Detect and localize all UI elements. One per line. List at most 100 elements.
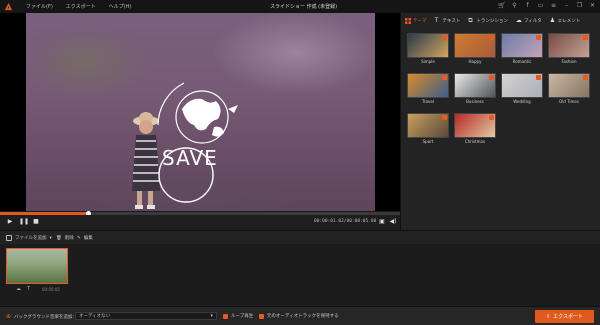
download-icon[interactable] bbox=[442, 75, 447, 80]
tab-text[interactable]: T テキスト bbox=[435, 18, 461, 25]
theme-item[interactable]: Romantic bbox=[501, 33, 543, 64]
save-text: SAVE bbox=[162, 146, 218, 170]
menu-export[interactable]: エクスポート bbox=[66, 3, 96, 10]
media-toolbar: ファイルを追加 ▾ 🗑 削除 ✎ 編集 bbox=[0, 230, 600, 244]
theme-item[interactable]: Fashion bbox=[548, 33, 590, 64]
theme-name: Simple bbox=[421, 59, 435, 64]
delete-button[interactable]: 🗑 削除 bbox=[56, 235, 74, 242]
keep-audio-label: 元のオーディオトラックを保持する bbox=[267, 314, 339, 319]
theme-item[interactable]: Christmas bbox=[454, 113, 496, 144]
stop-icon[interactable]: ■ bbox=[32, 218, 40, 226]
element-icon: ♟ bbox=[549, 17, 556, 24]
facebook-icon[interactable]: f bbox=[524, 2, 531, 10]
add-files-button[interactable]: ファイルを追加 ▾ bbox=[6, 235, 52, 241]
download-icon[interactable] bbox=[442, 35, 447, 40]
theme-item[interactable]: Business bbox=[454, 73, 496, 104]
theme-name: Fashion bbox=[561, 59, 577, 64]
keep-audio-checkbox[interactable]: 元のオーディオトラックを保持する bbox=[259, 313, 339, 319]
download-icon[interactable] bbox=[536, 35, 541, 40]
app-logo-icon bbox=[4, 2, 13, 11]
add-files-label: ファイルを追加 bbox=[15, 236, 47, 241]
theme-name: Travel bbox=[422, 99, 434, 104]
pause-icon[interactable]: ❚❚ bbox=[19, 218, 29, 226]
theme-item[interactable]: Happy bbox=[454, 33, 496, 64]
export-button[interactable]: ⇪ エクスポート bbox=[535, 310, 594, 323]
checkbox-checked-icon bbox=[223, 313, 228, 319]
theme-item[interactable]: Old Times bbox=[548, 73, 590, 104]
bgm-label-row: ⊕ バックグラウンド音楽を追加： bbox=[6, 313, 77, 320]
tab-element[interactable]: ♟ エレメント bbox=[549, 17, 581, 25]
clip-transition-icon[interactable]: ☁ bbox=[16, 286, 21, 292]
loop-label: ループ再生 bbox=[231, 314, 254, 319]
menu-file[interactable]: ファイル(F) bbox=[26, 3, 53, 10]
theme-name: Romantic bbox=[512, 59, 532, 64]
tab-filter[interactable]: ☁ フィルタ bbox=[516, 18, 542, 25]
delete-label: 削除 bbox=[64, 236, 74, 241]
minimize-icon[interactable]: – bbox=[563, 2, 570, 10]
menu-help[interactable]: ヘルプ(H) bbox=[109, 3, 132, 10]
close-icon[interactable]: ✕ bbox=[589, 2, 596, 10]
restore-icon[interactable]: ❐ bbox=[576, 2, 583, 10]
add-music-icon[interactable]: ⊕ bbox=[6, 313, 11, 320]
bgm-select[interactable]: オーディオない ▾ bbox=[75, 312, 217, 320]
chevron-down-icon: ▾ bbox=[210, 313, 213, 319]
theme-name: Christmas bbox=[464, 139, 486, 144]
tab-label: エレメント bbox=[557, 19, 581, 24]
menu-icon[interactable]: ≡ bbox=[550, 2, 557, 10]
export-label: エクスポート bbox=[553, 314, 584, 320]
theme-name: Old Times bbox=[559, 99, 579, 104]
theme-thumbnail bbox=[454, 33, 496, 58]
download-icon[interactable] bbox=[489, 115, 494, 120]
preview-image: SAVE bbox=[26, 13, 375, 211]
tab-theme[interactable]: テーマ bbox=[405, 18, 427, 24]
theme-thumbnail bbox=[454, 73, 496, 98]
theme-thumbnail bbox=[407, 113, 449, 138]
tab-label: テキスト bbox=[442, 19, 461, 24]
chat-icon[interactable]: ▭ bbox=[537, 2, 544, 10]
chevron-down-icon: ▾ bbox=[49, 235, 52, 241]
theme-name: Sport bbox=[422, 139, 434, 144]
loop-checkbox[interactable]: ループ再生 bbox=[223, 313, 253, 319]
theme-item[interactable]: Wedding bbox=[501, 73, 543, 104]
theme-item[interactable]: Sport bbox=[407, 113, 449, 144]
bgm-label: バックグラウンド音楽を追加： bbox=[14, 314, 77, 320]
bottom-bar: ⊕ バックグラウンド音楽を追加： オーディオない ▾ ループ再生 元のオーディオ… bbox=[0, 306, 600, 325]
folder-icon bbox=[6, 235, 12, 241]
download-icon[interactable] bbox=[583, 75, 588, 80]
volume-icon[interactable]: ◀) bbox=[389, 218, 397, 226]
theme-icon bbox=[405, 18, 411, 24]
theme-thumbnail bbox=[501, 73, 543, 98]
download-icon[interactable] bbox=[536, 75, 541, 80]
title-bar: ファイル(F) エクスポート ヘルプ(H) スライドショー 作成 (未登録) 🛒… bbox=[0, 0, 600, 13]
video-preview[interactable]: SAVE bbox=[0, 13, 400, 211]
theme-item[interactable]: Simple bbox=[407, 33, 449, 64]
export-icon: ⇪ bbox=[545, 313, 551, 320]
edit-label: 編集 bbox=[83, 236, 93, 241]
edit-button[interactable]: ✎ 編集 bbox=[77, 235, 93, 242]
download-icon[interactable] bbox=[489, 75, 494, 80]
clip-text-icon[interactable]: T bbox=[27, 286, 30, 292]
trash-icon: 🗑 bbox=[56, 235, 62, 241]
clip-duration: 00:00:05 bbox=[42, 287, 60, 292]
cart-icon[interactable]: 🛒 bbox=[498, 2, 505, 10]
window-title: スライドショー 作成 (未登録) bbox=[270, 4, 338, 10]
theme-name: Wedding bbox=[513, 99, 531, 104]
theme-name: Happy bbox=[468, 59, 482, 64]
transition-icon: ⧉ bbox=[468, 17, 473, 24]
theme-thumbnail bbox=[454, 113, 496, 138]
download-icon[interactable] bbox=[489, 35, 494, 40]
timecode: 00:00:01.02/00:00:05.00 bbox=[314, 219, 377, 224]
tab-transition[interactable]: ⧉ トランジション bbox=[468, 17, 508, 25]
account-icon[interactable]: ⚲ bbox=[511, 2, 518, 10]
snapshot-icon[interactable]: ▣ bbox=[378, 218, 386, 226]
play-icon[interactable]: ▶ bbox=[6, 218, 14, 226]
timeline-clip[interactable] bbox=[6, 248, 68, 284]
download-icon[interactable] bbox=[442, 115, 447, 120]
theme-item[interactable]: Travel bbox=[407, 73, 449, 104]
theme-name: Business bbox=[466, 99, 484, 104]
theme-thumbnail bbox=[548, 73, 590, 98]
timeline: ☁ T 00:00:05 bbox=[0, 244, 600, 306]
theme-thumbnail bbox=[501, 33, 543, 58]
download-icon[interactable] bbox=[583, 35, 588, 40]
tab-label: トランジション bbox=[476, 19, 508, 24]
